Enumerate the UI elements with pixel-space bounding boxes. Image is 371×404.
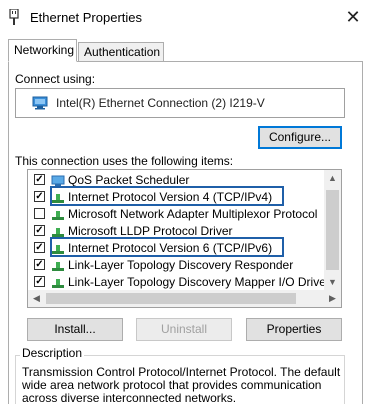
checkbox-lldp[interactable]: ✓ (34, 225, 45, 236)
highlight-box-ipv4 (50, 186, 284, 206)
item-label-lltd-mapper: Link-Layer Topology Discovery Mapper I/O… (68, 275, 330, 289)
highlight-box-ipv6 (50, 237, 284, 257)
uninstall-button[interactable]: Uninstall (136, 318, 232, 341)
checkbox-lltd-mapper[interactable]: ✓ (34, 276, 45, 287)
checkbox-ipv6[interactable]: ✓ (34, 242, 45, 253)
checkbox-qos[interactable]: ✓ (34, 174, 45, 185)
adapter-name: Intel(R) Ethernet Connection (2) I219-V (56, 96, 265, 110)
description-text: Transmission Control Protocol/Internet P… (22, 365, 341, 404)
ethernet-properties-dialog: Ethernet Properties ✕ Networking Authent… (0, 0, 371, 404)
title-bar: Ethernet Properties ✕ (0, 0, 371, 34)
tab-authentication[interactable]: Authentication (78, 42, 164, 62)
item-label-lldp: Microsoft LLDP Protocol Driver (68, 224, 233, 238)
protocol-icon (52, 279, 64, 288)
adapter-field: Intel(R) Ethernet Connection (2) I219-V (15, 88, 345, 118)
horizontal-scroll-thumb[interactable] (46, 293, 296, 304)
list-item-lltd-responder[interactable]: ✓ Link-Layer Topology Discovery Responde… (32, 257, 322, 274)
checkbox-lltd-responder[interactable]: ✓ (34, 259, 45, 270)
tab-networking[interactable]: Networking (8, 39, 77, 62)
scroll-down-icon[interactable]: ▼ (324, 274, 341, 291)
protocol-icon (52, 262, 64, 271)
protocol-icon (52, 211, 64, 220)
items-label: This connection uses the following items… (15, 154, 234, 168)
item-label-lltd-responder: Link-Layer Topology Discovery Responder (68, 258, 294, 272)
horizontal-scrollbar[interactable]: ◀ ▶ (28, 290, 341, 307)
scroll-right-icon[interactable]: ▶ (324, 290, 341, 307)
ethernet-plug-icon (9, 9, 19, 25)
list-item-lltd-mapper[interactable]: ✓ Link-Layer Topology Discovery Mapper I… (32, 274, 330, 291)
checkbox-ipv4[interactable]: ✓ (34, 191, 45, 202)
close-button[interactable]: ✕ (341, 5, 365, 29)
configure-button[interactable]: Configure... (258, 126, 342, 149)
item-label-multiplexor: Microsoft Network Adapter Multiplexor Pr… (68, 207, 318, 221)
list-item-multiplexor[interactable]: Microsoft Network Adapter Multiplexor Pr… (32, 206, 322, 223)
checkbox-multiplexor[interactable] (34, 208, 45, 219)
connect-using-label: Connect using: (15, 72, 96, 86)
vertical-scroll-thumb[interactable] (326, 190, 339, 270)
window-title: Ethernet Properties (30, 10, 143, 25)
item-label-qos: QoS Packet Scheduler (68, 173, 190, 187)
scroll-up-icon[interactable]: ▲ (324, 170, 341, 187)
description-legend: Description (20, 346, 85, 360)
network-adapter-icon (32, 96, 48, 110)
install-button[interactable]: Install... (27, 318, 123, 341)
vertical-scrollbar[interactable]: ▲ ▼ (324, 170, 341, 291)
scroll-left-icon[interactable]: ◀ (28, 290, 45, 307)
properties-button[interactable]: Properties (246, 318, 342, 341)
